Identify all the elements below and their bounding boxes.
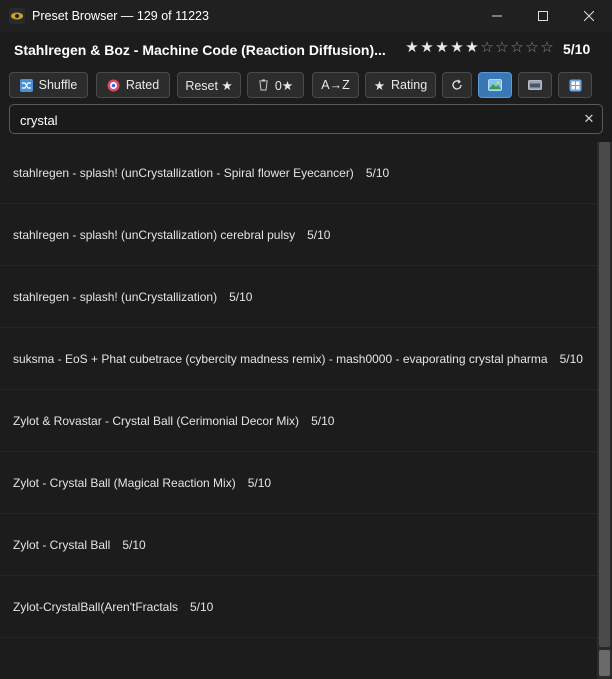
toolbar: Shuffle Rated Reset ★ 0★ A→Z ★ Rating bbox=[0, 72, 612, 100]
compact-view-button[interactable] bbox=[518, 72, 552, 98]
close-button[interactable] bbox=[566, 0, 612, 32]
star-outline-icon[interactable]: ☆ bbox=[540, 40, 554, 56]
preset-rating: 5/10 bbox=[307, 227, 331, 242]
preset-name: Zylot - Crystal Ball (Magical Reaction M… bbox=[13, 475, 236, 490]
shuffle-button[interactable]: Shuffle bbox=[9, 72, 88, 98]
sort-rating-button[interactable]: ★ Rating bbox=[365, 72, 436, 98]
preset-name: stahlregen - splash! (unCrystallization)… bbox=[13, 227, 296, 242]
window-title: Preset Browser — 129 of 11223 bbox=[32, 9, 209, 23]
preset-name: Zylot & Rovastar - Crystal Ball (Cerimon… bbox=[13, 413, 300, 428]
rated-button[interactable]: Rated bbox=[96, 72, 170, 98]
current-preset-header: Stahlregen & Boz - Machine Code (Reactio… bbox=[0, 32, 612, 68]
search-box: ✕ bbox=[9, 104, 603, 134]
preset-rating: 5/10 bbox=[365, 165, 390, 180]
list-item[interactable]: stahlregen - splash! (unCrystallization)… bbox=[0, 266, 597, 328]
rated-label: Rated bbox=[125, 78, 160, 92]
list-item[interactable]: suksma - EoS + Phat cubetrace (cybercity… bbox=[0, 328, 597, 390]
list-item[interactable]: stahlregen - splash! (unCrystallization)… bbox=[0, 204, 597, 266]
sort-alpha-button[interactable]: A→Z bbox=[312, 72, 359, 98]
reset-rating-button[interactable]: Reset ★ bbox=[177, 72, 241, 98]
app-logo-icon bbox=[9, 8, 25, 24]
list-item[interactable]: Zylot - Crystal Ball (Magical Reaction M… bbox=[0, 452, 597, 514]
preset-name: Zylot-CrystalBall(Aren'tFractals bbox=[13, 599, 178, 614]
list-item[interactable]: Zylot - Crystal Ball 5/10 bbox=[0, 514, 597, 576]
title-bar: Preset Browser — 129 of 11223 bbox=[0, 0, 612, 32]
star-icon: ★ bbox=[373, 78, 386, 93]
preset-rating: 5/10 bbox=[122, 537, 146, 552]
zero-label: 0★ bbox=[274, 78, 294, 93]
preset-rating: 5/10 bbox=[190, 599, 214, 614]
star-icon[interactable]: ★ bbox=[450, 40, 464, 56]
preset-rating: 5/10 bbox=[229, 289, 253, 304]
refresh-icon bbox=[452, 79, 462, 90]
star-outline-icon[interactable]: ☆ bbox=[525, 40, 539, 56]
thumbnail-view-button[interactable] bbox=[478, 72, 512, 98]
star-outline-icon[interactable]: ☆ bbox=[495, 40, 509, 56]
minimize-button[interactable] bbox=[474, 0, 520, 32]
preset-rating: 5/10 bbox=[311, 413, 335, 428]
star-outline-icon[interactable]: ☆ bbox=[480, 40, 494, 56]
zero-rated-button[interactable]: 0★ bbox=[247, 72, 304, 98]
preset-list: stahlregen - splash! (unCrystallization … bbox=[0, 142, 597, 679]
window-icon bbox=[528, 80, 542, 90]
preset-rating: 5/10 bbox=[247, 475, 272, 490]
star-icon[interactable]: ★ bbox=[405, 40, 419, 56]
trash-icon bbox=[258, 79, 268, 91]
scrollbar-thumb[interactable] bbox=[599, 650, 610, 676]
target-icon bbox=[107, 79, 120, 91]
list-item[interactable]: stahlregen - splash! (unCrystallization … bbox=[0, 142, 597, 204]
star-icon[interactable]: ★ bbox=[465, 40, 479, 56]
sort-rating-label: Rating bbox=[391, 78, 428, 92]
preset-name: stahlregen - splash! (unCrystallization … bbox=[13, 165, 354, 180]
clear-search-icon[interactable]: ✕ bbox=[582, 112, 596, 126]
rating-stars[interactable]: ★ ★ ★ ★ ★ ☆ ☆ ☆ ☆ ☆ bbox=[405, 40, 554, 56]
current-preset-name: Stahlregen & Boz - Machine Code (Reactio… bbox=[14, 42, 386, 58]
scrollbar-track[interactable] bbox=[599, 142, 610, 647]
grid-icon bbox=[569, 79, 581, 91]
preset-name: stahlregen - splash! (unCrystallization) bbox=[13, 289, 218, 304]
preset-rating: 5/10 bbox=[559, 351, 583, 366]
refresh-button[interactable] bbox=[442, 72, 472, 98]
preset-name: Zylot - Crystal Ball bbox=[13, 537, 111, 552]
shuffle-icon bbox=[19, 78, 33, 92]
star-icon[interactable]: ★ bbox=[435, 40, 449, 56]
search-input[interactable] bbox=[20, 111, 570, 129]
maximize-button[interactable] bbox=[520, 0, 566, 32]
sort-alpha-label: A→Z bbox=[321, 78, 350, 92]
list-item[interactable]: Zylot & Rovastar - Crystal Ball (Cerimon… bbox=[0, 390, 597, 452]
shuffle-label: Shuffle bbox=[38, 78, 78, 92]
list-scrollbar[interactable] bbox=[597, 142, 612, 679]
rating-value: 5/10 bbox=[563, 41, 591, 57]
reset-label: Reset ★ bbox=[185, 78, 233, 93]
list-item[interactable]: Zylot-CrystalBall(Aren'tFractals 5/10 bbox=[0, 576, 597, 638]
star-outline-icon[interactable]: ☆ bbox=[510, 40, 524, 56]
star-icon[interactable]: ★ bbox=[420, 40, 434, 56]
image-icon bbox=[488, 79, 502, 91]
grid-view-button[interactable] bbox=[558, 72, 592, 98]
preset-name: suksma - EoS + Phat cubetrace (cybercity… bbox=[13, 351, 548, 366]
